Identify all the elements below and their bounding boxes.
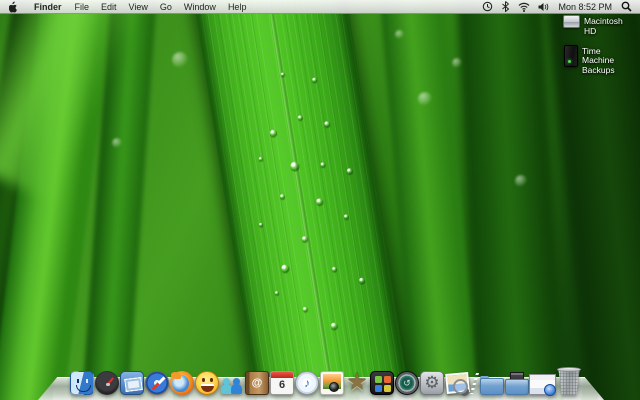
bokeh-droplet xyxy=(172,52,188,68)
desktop-icon-label: Macintosh HD xyxy=(584,16,623,36)
bokeh-droplet xyxy=(395,30,404,39)
desktop-icons: Macintosh HD Time Machine Backups xyxy=(563,15,634,84)
dock-item-app-grid[interactable] xyxy=(370,371,394,395)
desktop-icon-label: Time Machine Backups xyxy=(582,45,615,76)
bokeh-droplet xyxy=(418,92,432,106)
dock-separator xyxy=(470,372,478,395)
spotlight-icon[interactable] xyxy=(617,1,640,12)
menu-item-help[interactable]: Help xyxy=(222,0,253,14)
volume-menu-icon[interactable] xyxy=(534,2,553,12)
at-glyph: @ xyxy=(251,377,263,389)
music-note-glyph: ♪ xyxy=(304,376,310,390)
time-machine-menu-icon[interactable] xyxy=(478,1,497,12)
dock-item-chat-buddies[interactable] xyxy=(220,371,244,395)
dock-item-system-preferences[interactable]: ⚙ xyxy=(420,371,444,395)
leaf-midrib xyxy=(265,0,339,400)
dock-item-itunes[interactable]: ♪ xyxy=(295,371,319,395)
star-glyph: ★ xyxy=(346,369,368,396)
ical-day-number: 6 xyxy=(278,379,286,391)
trash-rim xyxy=(557,367,581,372)
menu-item-edit[interactable]: Edit xyxy=(95,0,123,14)
back-arrow-glyph: ↺ xyxy=(403,377,411,388)
dock-item-applications-folder[interactable] xyxy=(479,371,504,395)
dock-item-dashboard[interactable] xyxy=(95,371,119,395)
desktop-icon-macintosh-hd[interactable]: Macintosh HD xyxy=(563,15,634,37)
dock-item-time-machine[interactable]: ↺ xyxy=(395,371,419,395)
desktop-screen: Finder File Edit View Go Window Help Mon… xyxy=(0,0,640,400)
menu-bar: Finder File Edit View Go Window Help Mon… xyxy=(0,0,640,14)
menu-item-finder[interactable]: Finder xyxy=(27,0,69,14)
menu-item-go[interactable]: Go xyxy=(154,0,178,14)
menu-clock[interactable]: Mon 8:52 PM xyxy=(553,2,617,12)
dock: @ 6 ♪ ★ ↺ ⚙ xyxy=(38,352,604,400)
apple-menu-icon[interactable] xyxy=(0,0,27,13)
dock-item-preview[interactable] xyxy=(445,371,469,395)
menu-item-file[interactable]: File xyxy=(69,0,96,14)
menu-item-view[interactable]: View xyxy=(123,0,154,14)
main-grass-blade xyxy=(191,0,413,400)
bokeh-droplet xyxy=(515,175,527,187)
dock-item-imovie[interactable]: ★ xyxy=(345,371,369,395)
hard-drive-icon xyxy=(563,15,580,28)
bokeh-droplet xyxy=(452,58,462,68)
desktop-icon-time-machine-backups[interactable]: Time Machine Backups xyxy=(563,44,634,76)
dock-item-trash[interactable] xyxy=(556,367,582,395)
wifi-menu-icon[interactable] xyxy=(514,2,534,12)
gear-icon: ⚙ xyxy=(424,373,440,392)
dock-item-address-book[interactable]: @ xyxy=(245,371,269,395)
bluetooth-menu-icon[interactable] xyxy=(497,1,514,12)
dock-item-safari[interactable] xyxy=(145,371,169,395)
dock-item-documents-stack[interactable] xyxy=(504,371,529,395)
dock-item-finder[interactable] xyxy=(70,371,94,395)
dock-item-minimized-window[interactable] xyxy=(529,371,556,396)
bokeh-droplet xyxy=(112,138,122,148)
menu-item-window[interactable]: Window xyxy=(178,0,222,14)
trash-icon xyxy=(558,370,580,395)
backup-drive-icon xyxy=(564,44,578,67)
dock-item-firefox[interactable] xyxy=(170,371,194,395)
dock-item-mail[interactable] xyxy=(120,371,144,395)
dock-item-chat-smiley[interactable] xyxy=(195,371,219,395)
dock-item-ical[interactable]: 6 xyxy=(270,371,294,395)
dock-item-iphoto[interactable] xyxy=(320,371,344,395)
